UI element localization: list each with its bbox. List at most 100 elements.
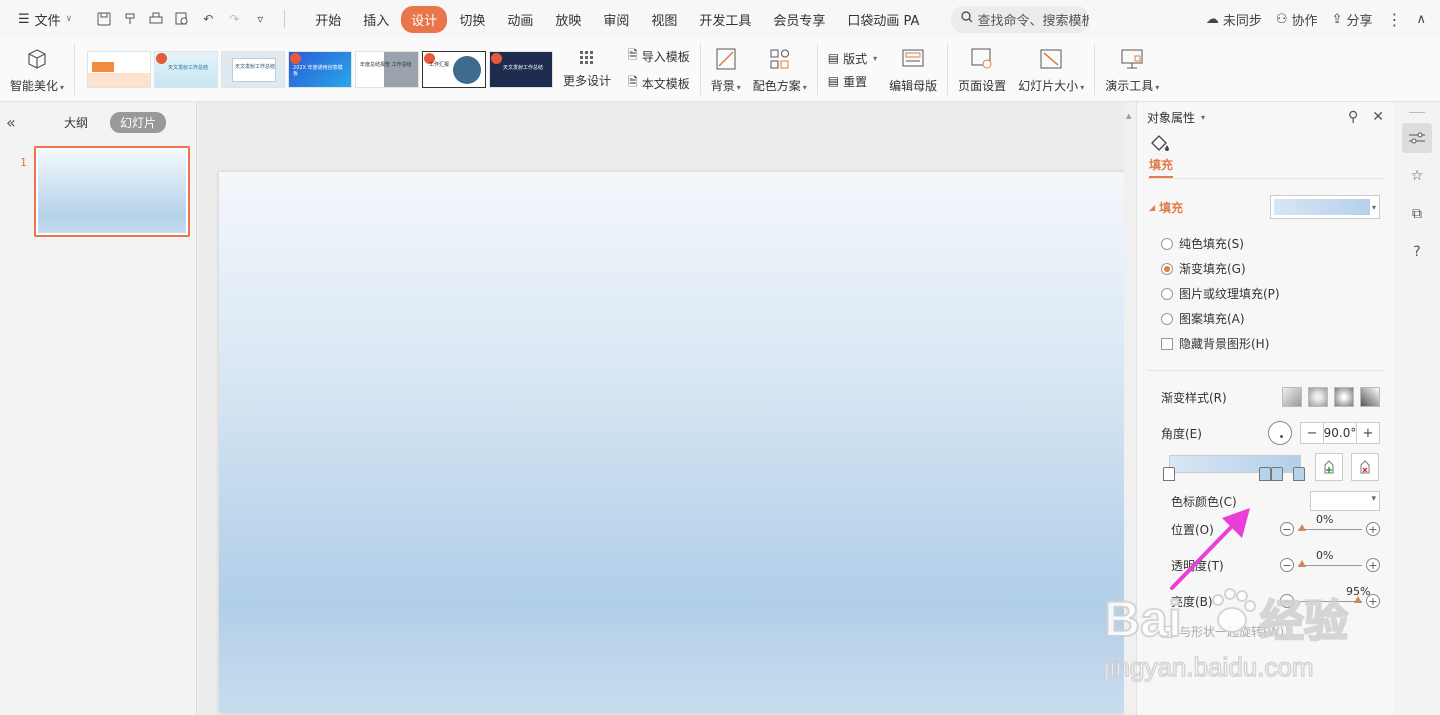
tab-fill[interactable]: 填充 bbox=[1149, 156, 1174, 178]
command-search-input[interactable]: 查找命令、搜索模板 bbox=[951, 5, 1090, 33]
stop-color-dropdown[interactable] bbox=[1310, 491, 1380, 511]
properties-icon[interactable] bbox=[1402, 123, 1432, 153]
share-button[interactable]: ⇪ 分享 bbox=[1332, 10, 1373, 29]
gradient-stop[interactable] bbox=[1163, 467, 1175, 481]
help-icon[interactable]: ? bbox=[1402, 237, 1432, 267]
customize-toolbar-icon[interactable]: ▿ bbox=[248, 7, 272, 31]
decrease-position-button[interactable]: − bbox=[1280, 522, 1294, 536]
brightness-slider[interactable]: 95% bbox=[1298, 585, 1370, 603]
transparency-slider[interactable]: 0% bbox=[1298, 549, 1362, 567]
format-painter-icon[interactable] bbox=[118, 7, 142, 31]
angle-dial[interactable] bbox=[1268, 421, 1292, 445]
tab-pocket-animation[interactable]: 口袋动画 PA bbox=[837, 6, 929, 33]
pin-icon[interactable]: ⚲ bbox=[1348, 109, 1358, 125]
radio-button[interactable] bbox=[1161, 262, 1173, 275]
template-thumbnail[interactable]: 天文发射工作总结 bbox=[221, 51, 286, 88]
gradient-stop[interactable] bbox=[1259, 467, 1271, 481]
reset-button[interactable]: ▤ 重置 bbox=[828, 73, 877, 90]
file-menu-button[interactable]: ☰ 文件 ∨ bbox=[12, 6, 78, 33]
import-template-button[interactable]: 🗎 导入模板 bbox=[628, 46, 690, 67]
angle-value[interactable]: 90.0° bbox=[1323, 423, 1357, 443]
slide-editing-canvas[interactable] bbox=[198, 102, 1124, 715]
collapse-ribbon-icon[interactable]: ∧ bbox=[1416, 12, 1426, 27]
tab-home[interactable]: 开始 bbox=[305, 6, 351, 33]
increase-angle-button[interactable]: + bbox=[1357, 423, 1379, 443]
slide-list-item[interactable]: 1 bbox=[20, 146, 190, 237]
rotate-with-shape-option[interactable]: 与形状一起旋转(W) bbox=[1137, 619, 1394, 644]
panel-title-dropdown[interactable]: 对象属性 ▾ bbox=[1147, 109, 1205, 126]
redo-icon[interactable]: ↷ bbox=[222, 7, 246, 31]
undo-icon[interactable]: ↶ bbox=[196, 7, 220, 31]
template-thumbnail[interactable]: 天文发射工作总结 bbox=[154, 51, 219, 88]
increase-transparency-button[interactable]: + bbox=[1366, 558, 1380, 572]
background-button[interactable]: 背景 ▾ bbox=[705, 38, 747, 101]
print-icon[interactable] bbox=[144, 7, 168, 31]
tab-member[interactable]: 会员专享 bbox=[763, 6, 835, 33]
radial-gradient-style[interactable] bbox=[1308, 387, 1328, 407]
template-thumbnail[interactable]: 天文发射工作总结 bbox=[489, 51, 554, 88]
vertical-scrollbar[interactable]: ▲ bbox=[1124, 102, 1136, 715]
collapse-panel-icon[interactable]: « bbox=[6, 113, 20, 132]
template-thumbnail[interactable]: 工作汇报 bbox=[422, 51, 487, 88]
sync-status-button[interactable]: ☁ 未同步 bbox=[1206, 10, 1262, 29]
radio-button[interactable] bbox=[1161, 237, 1173, 250]
solid-fill-option[interactable]: 纯色填充(S) bbox=[1137, 231, 1394, 256]
layout-button[interactable]: ▤ 版式 ▾ bbox=[828, 50, 877, 67]
slider-thumb[interactable] bbox=[1298, 559, 1306, 567]
presentation-tools-button[interactable]: 演示工具 ▾ bbox=[1099, 38, 1165, 101]
gradient-stop[interactable] bbox=[1271, 467, 1283, 481]
animation-icon[interactable]: ☆ bbox=[1402, 161, 1432, 191]
tab-view[interactable]: 视图 bbox=[641, 6, 687, 33]
pattern-fill-option[interactable]: 图案填充(A) bbox=[1137, 306, 1394, 331]
picture-fill-option[interactable]: 图片或纹理填充(P) bbox=[1137, 281, 1394, 306]
tab-animations[interactable]: 动画 bbox=[497, 6, 543, 33]
template-thumbnail[interactable]: 年度总结报告 工作总结 bbox=[355, 51, 420, 88]
tab-outline[interactable]: 大纲 bbox=[54, 112, 98, 133]
page-setup-button[interactable]: 页面设置 bbox=[952, 38, 1012, 101]
scroll-up-icon[interactable]: ▲ bbox=[1126, 112, 1131, 120]
more-options-icon[interactable]: ⋮ bbox=[1386, 10, 1402, 29]
add-gradient-stop-button[interactable] bbox=[1315, 453, 1343, 481]
slide-size-button[interactable]: 幻灯片大小 ▾ bbox=[1012, 38, 1090, 101]
tab-slides[interactable]: 幻灯片 bbox=[110, 111, 167, 133]
position-slider[interactable]: 0% bbox=[1298, 513, 1362, 531]
slide-thumbnail[interactable] bbox=[34, 146, 190, 237]
tab-developer[interactable]: 开发工具 bbox=[689, 6, 761, 33]
edit-master-button[interactable]: 编辑母版 bbox=[883, 38, 943, 101]
remove-gradient-stop-button[interactable] bbox=[1351, 453, 1379, 481]
tab-transitions[interactable]: 切换 bbox=[449, 6, 495, 33]
fill-color-dropdown[interactable]: ▾ bbox=[1270, 195, 1380, 219]
current-slide[interactable] bbox=[219, 172, 1124, 713]
radio-button[interactable] bbox=[1161, 312, 1173, 325]
checkbox[interactable] bbox=[1161, 337, 1173, 350]
tab-slideshow[interactable]: 放映 bbox=[545, 6, 591, 33]
fill-section-toggle[interactable]: ◢ 填充 bbox=[1149, 199, 1183, 216]
decrease-transparency-button[interactable]: − bbox=[1280, 558, 1294, 572]
fill-bucket-icon[interactable] bbox=[1137, 132, 1394, 154]
smart-beautify-button[interactable]: 智能美化 ▾ bbox=[0, 38, 70, 101]
decrease-angle-button[interactable]: − bbox=[1301, 423, 1323, 443]
more-designs-button[interactable]: 更多设计 bbox=[556, 50, 618, 89]
collaborate-button[interactable]: ⚇ 协作 bbox=[1276, 10, 1318, 29]
color-scheme-button[interactable]: 配色方案 ▾ bbox=[747, 38, 813, 101]
increase-position-button[interactable]: + bbox=[1366, 522, 1380, 536]
print-preview-icon[interactable] bbox=[170, 7, 194, 31]
decrease-brightness-button[interactable]: − bbox=[1280, 594, 1294, 608]
checkbox[interactable] bbox=[1161, 625, 1173, 638]
template-thumbnail[interactable] bbox=[87, 51, 152, 88]
radio-button[interactable] bbox=[1161, 287, 1173, 300]
save-icon[interactable] bbox=[92, 7, 116, 31]
close-icon[interactable]: ✕ bbox=[1372, 109, 1384, 125]
linear-gradient-style[interactable] bbox=[1282, 387, 1302, 407]
gradient-stop[interactable] bbox=[1293, 467, 1305, 481]
slider-thumb[interactable] bbox=[1298, 523, 1306, 531]
angle-stepper[interactable]: − 90.0° + bbox=[1300, 422, 1380, 444]
template-thumbnail[interactable]: 202X 年度通用创意模板 bbox=[288, 51, 353, 88]
gradient-fill-option[interactable]: 渐变填充(G) bbox=[1137, 256, 1394, 281]
tab-review[interactable]: 审阅 bbox=[593, 6, 639, 33]
slide-transition-icon[interactable]: ⧉ bbox=[1402, 199, 1432, 229]
rectangular-gradient-style[interactable] bbox=[1334, 387, 1354, 407]
tab-design[interactable]: 设计 bbox=[401, 5, 448, 33]
path-gradient-style[interactable] bbox=[1360, 387, 1380, 407]
hide-background-graphics-option[interactable]: 隐藏背景图形(H) bbox=[1137, 331, 1394, 356]
